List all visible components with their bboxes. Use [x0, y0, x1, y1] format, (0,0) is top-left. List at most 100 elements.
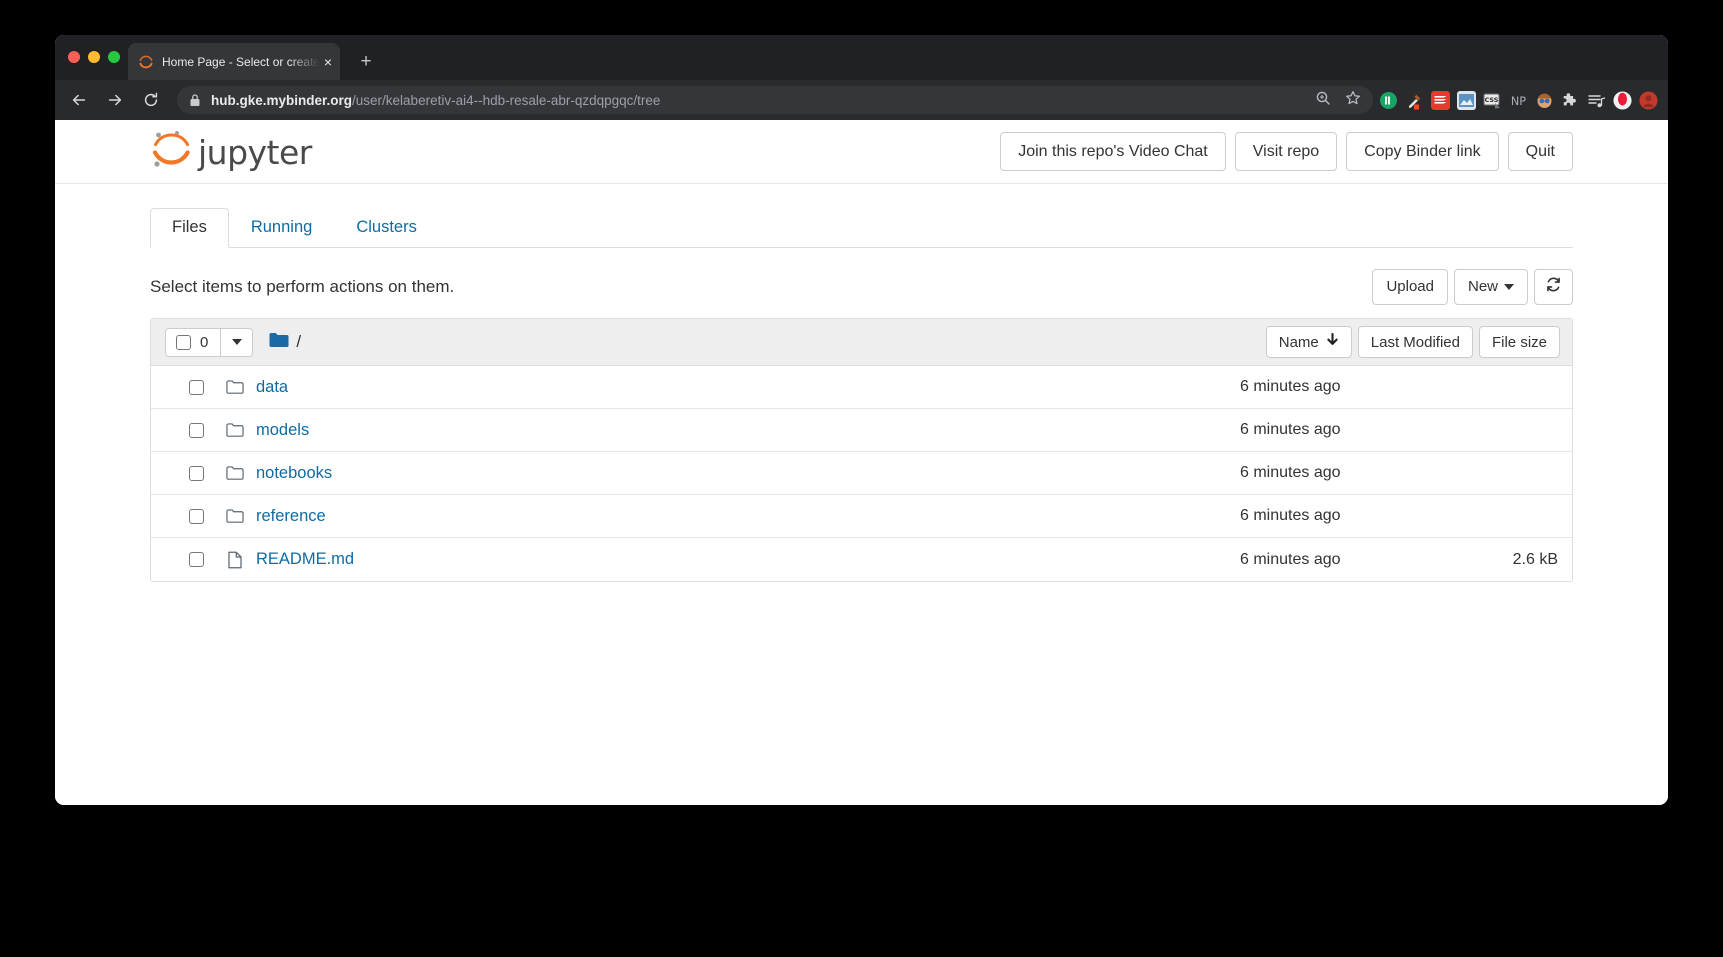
new-tab-button[interactable]: + — [352, 48, 380, 76]
url-path: /user/kelaberetiv-ai4--hdb-resale-abr-qz… — [352, 92, 661, 108]
bookmark-star-icon[interactable] — [1345, 90, 1361, 111]
file-name-link[interactable]: models — [256, 421, 309, 440]
sort-by-file-size-button[interactable]: File size — [1478, 326, 1560, 358]
row-checkbox[interactable] — [189, 379, 204, 395]
jupyter-header: jupyter Join this repo's Video Chat Visi… — [55, 120, 1668, 184]
file-last-modified: 6 minutes ago — [1240, 421, 1341, 438]
table-row[interactable]: README.md 6 minutes ago 2.6 kB — [151, 538, 1572, 581]
zoom-icon[interactable] — [1315, 90, 1331, 111]
puzzle-extensions-icon[interactable] — [1561, 91, 1580, 110]
folder-icon — [226, 421, 244, 439]
file-last-modified: 6 minutes ago — [1240, 378, 1341, 395]
upload-button[interactable]: Upload — [1372, 269, 1448, 305]
folder-icon — [226, 507, 244, 525]
file-last-modified: 6 minutes ago — [1240, 464, 1341, 481]
window-traffic-lights — [68, 51, 120, 63]
table-row[interactable]: reference 6 minutes ago — [151, 495, 1572, 538]
chevron-down-icon — [1504, 284, 1514, 290]
back-arrow-icon[interactable] — [64, 85, 94, 115]
chevron-down-icon — [231, 339, 242, 345]
select-all-dropdown-button[interactable] — [221, 327, 254, 357]
upload-button-label: Upload — [1386, 278, 1434, 295]
playlist-extension-icon[interactable] — [1587, 91, 1606, 110]
action-buttons: Upload New — [1372, 269, 1573, 305]
file-size: 2.6 kB — [1512, 550, 1558, 568]
folder-icon[interactable] — [269, 332, 289, 353]
breadcrumb-path[interactable]: / — [296, 332, 301, 352]
browser-tab-title: Home Page - Select or create a — [162, 54, 320, 69]
np-extension-icon: NP — [1509, 91, 1528, 110]
folder-icon — [226, 464, 244, 482]
join-video-chat-button[interactable]: Join this repo's Video Chat — [1000, 131, 1226, 172]
css-extension-icon[interactable]: CSS — [1483, 91, 1502, 110]
file-name-link[interactable]: notebooks — [256, 464, 332, 483]
sumo-extension-icon[interactable] — [1431, 90, 1450, 110]
url-host: hub.gke.mybinder.org — [211, 92, 353, 108]
svg-text:CSS: CSS — [1485, 96, 1499, 104]
browser-tab-strip: Home Page - Select or create a × + — [55, 35, 1668, 80]
select-all-checkbox-group[interactable]: 0 — [165, 327, 222, 357]
copy-binder-link-button[interactable]: Copy Binder link — [1346, 131, 1499, 172]
file-last-modified: 6 minutes ago — [1240, 550, 1341, 568]
close-tab-button[interactable]: × — [324, 55, 332, 69]
lock-icon — [189, 93, 201, 107]
browser-tab[interactable]: Home Page - Select or create a × — [128, 43, 340, 80]
omnibox-icons — [1301, 90, 1361, 111]
refresh-button[interactable] — [1534, 269, 1573, 305]
row-checkbox[interactable] — [189, 465, 204, 481]
jupyter-main: Files Running Clusters Select items to p… — [55, 208, 1668, 582]
browser-nav-bar: hub.gke.mybinder.org/user/kelaberetiv-ai… — [55, 80, 1668, 120]
breadcrumb: / — [269, 332, 301, 353]
row-checkbox[interactable] — [189, 552, 204, 567]
select-all-group: 0 — [165, 327, 254, 357]
file-name-link[interactable]: README.md — [256, 550, 354, 569]
jupyter-logo[interactable]: jupyter — [150, 127, 312, 176]
sort-by-name-button[interactable]: Name — [1265, 326, 1352, 358]
image-tools-extension-icon[interactable] — [1457, 90, 1476, 110]
file-rows: data 6 minutes ago models 6 minutes ago no… — [151, 366, 1572, 581]
actions-row: Select items to perform actions on them.… — [150, 269, 1573, 305]
jupyter-wordmark: jupyter — [198, 133, 312, 172]
jupyter-favicon — [138, 54, 154, 70]
maximize-window-button[interactable] — [108, 51, 120, 63]
user-profile-icon[interactable] — [1639, 90, 1658, 110]
sort-buttons: Name Last Modified File size — [1265, 326, 1560, 358]
file-name-link[interactable]: data — [256, 378, 288, 397]
address-bar[interactable]: hub.gke.mybinder.org/user/kelaberetiv-ai… — [177, 86, 1373, 114]
avatar-extension-icon[interactable] — [1535, 91, 1554, 110]
opera-profile-icon[interactable] — [1613, 90, 1632, 110]
row-checkbox[interactable] — [189, 508, 204, 524]
tab-running[interactable]: Running — [229, 208, 334, 248]
table-row[interactable]: data 6 minutes ago — [151, 366, 1572, 409]
svg-text:NP: NP — [1511, 94, 1526, 107]
quit-button[interactable]: Quit — [1507, 131, 1573, 172]
close-window-button[interactable] — [68, 51, 80, 63]
reload-icon[interactable] — [136, 85, 166, 115]
select-all-checkbox[interactable] — [176, 334, 191, 350]
tab-files[interactable]: Files — [150, 208, 229, 248]
jupyter-tab-bar: Files Running Clusters — [150, 208, 1573, 248]
new-button[interactable]: New — [1453, 269, 1528, 305]
visit-repo-button[interactable]: Visit repo — [1234, 131, 1338, 172]
minimize-window-button[interactable] — [88, 51, 100, 63]
browser-window: Home Page - Select or create a × + hub.g… — [55, 35, 1668, 805]
refresh-icon — [1545, 276, 1562, 298]
selected-count: 0 — [200, 333, 209, 351]
pushbullet-extension-icon[interactable] — [1379, 91, 1398, 110]
row-checkbox[interactable] — [189, 422, 204, 438]
jupyter-logo-icon — [150, 127, 192, 176]
sort-name-label: Name — [1278, 333, 1319, 351]
sort-by-last-modified-button[interactable]: Last Modified — [1357, 326, 1473, 358]
new-button-label: New — [1467, 278, 1498, 295]
file-last-modified: 6 minutes ago — [1240, 507, 1341, 524]
table-row[interactable]: notebooks 6 minutes ago — [151, 452, 1572, 495]
jupyter-header-buttons: Join this repo's Video Chat Visit repo C… — [1000, 131, 1573, 172]
file-name-link[interactable]: reference — [256, 507, 326, 526]
file-list: 0 / Name Last Modified File size data 6 … — [150, 318, 1573, 582]
forward-arrow-icon[interactable] — [100, 85, 130, 115]
folder-icon — [226, 378, 244, 396]
eyedropper-extension-icon[interactable] — [1405, 90, 1424, 110]
table-row[interactable]: models 6 minutes ago — [151, 409, 1572, 452]
file-icon — [226, 551, 244, 569]
tab-clusters[interactable]: Clusters — [334, 208, 439, 248]
